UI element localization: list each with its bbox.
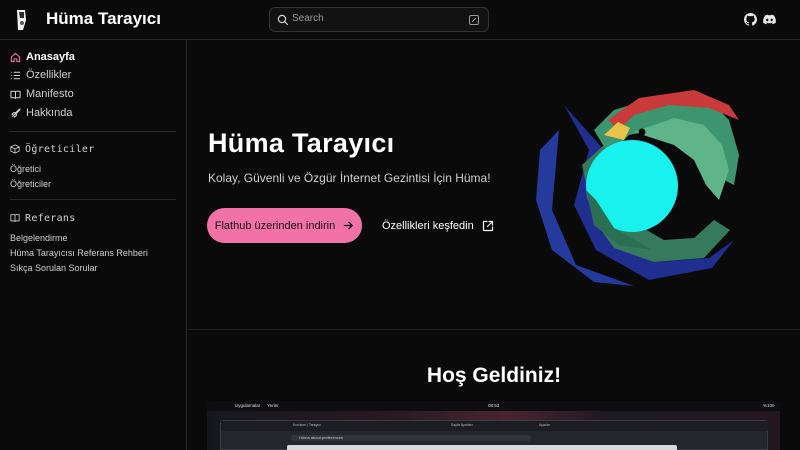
sidebar-item-label: Anasayfa bbox=[26, 51, 75, 63]
sidebar-item-hakkinda[interactable]: Hakkında bbox=[10, 105, 72, 121]
discord-icon[interactable] bbox=[763, 13, 776, 26]
section-heading-referans: Referans bbox=[10, 211, 76, 225]
home-icon bbox=[10, 52, 21, 62]
sidebar-divider bbox=[10, 131, 176, 132]
external-link-icon bbox=[482, 220, 493, 232]
sidebar-item-ozellikler[interactable]: Özellikler bbox=[10, 67, 71, 83]
sidebar-link-referans-rehberi[interactable]: Hüma Tarayıcısı Referans Rehberi bbox=[10, 248, 148, 258]
search-icon bbox=[277, 14, 289, 26]
sidebar-link-belgelendirme[interactable]: Belgelendirme bbox=[10, 233, 68, 243]
flathub-download-button[interactable]: Flathub üzerinden indirin bbox=[207, 208, 362, 243]
top-bar: Hüma Tarayıcı Search bbox=[0, 0, 800, 40]
button-label: Flathub üzerinden indirin bbox=[214, 219, 336, 232]
section-title: Referans bbox=[25, 212, 76, 224]
book-icon bbox=[10, 214, 20, 223]
preview-menu-label: Uygulamalar bbox=[235, 403, 261, 408]
list-icon bbox=[10, 71, 21, 79]
rocket-icon bbox=[11, 107, 21, 118]
sidebar-link-ogretici[interactable]: Öğretici bbox=[10, 164, 41, 174]
browser-screenshot-preview: Uygulamalar Yerler 08:53 %100 Kurulum | … bbox=[207, 401, 780, 450]
brand[interactable]: Hüma Tarayıcı bbox=[14, 8, 161, 32]
preview-browser-window: Kurulum | Tarayıcı Sayfa Ayarları Ayarla… bbox=[220, 420, 769, 450]
preview-tab: Ayarlar bbox=[539, 423, 551, 427]
link-label: Özellikleri keşfedin bbox=[382, 220, 474, 232]
sidebar-item-label: Özellikler bbox=[26, 69, 72, 81]
huma-bird-logo bbox=[536, 90, 739, 286]
explore-features-link[interactable]: Özellikleri keşfedin bbox=[382, 218, 494, 234]
welcome-heading: Hoş Geldiniz! bbox=[426, 364, 562, 387]
preview-settings-panel bbox=[287, 445, 677, 450]
preview-tab-strip: Kurulum | Tarayıcı Sayfa Ayarları Ayarla… bbox=[221, 421, 769, 431]
search-box[interactable]: Search bbox=[269, 7, 489, 32]
sidebar-link-ogreticiler[interactable]: Öğreticiler bbox=[10, 179, 51, 189]
preview-url-text: Hüma about:preferences bbox=[299, 435, 344, 440]
book-open-icon bbox=[10, 90, 21, 99]
preview-menu-label: Yerler bbox=[267, 403, 279, 408]
section-heading-ogreticiler: Öğreticiler bbox=[10, 142, 95, 156]
preview-desktop-topbar: Uygulamalar Yerler 08:53 %100 bbox=[207, 401, 780, 411]
app-logo-icon bbox=[17, 10, 26, 30]
sidebar-item-label: Manifesto bbox=[26, 88, 74, 100]
cube-icon bbox=[10, 144, 20, 154]
hero-section: Hüma Tarayıcı Kolay, Güvenli ve Özgür İn… bbox=[188, 40, 800, 330]
preview-clock: 08:53 bbox=[488, 403, 500, 408]
shortcut-icon bbox=[469, 15, 479, 25]
github-icon[interactable] bbox=[744, 13, 757, 26]
sidebar-link-sss[interactable]: Sıkça Sorulan Sorular bbox=[10, 263, 98, 273]
section-title: Öğreticiler bbox=[25, 143, 95, 155]
hero-title: Hüma Tarayıcı bbox=[208, 128, 395, 158]
arrow-right-icon bbox=[343, 221, 354, 230]
search-placeholder: Search bbox=[292, 13, 324, 24]
sidebar-item-label: Hakkında bbox=[26, 107, 73, 119]
hero-tagline: Kolay, Güvenli ve Özgür İnternet Gezinti… bbox=[208, 171, 491, 185]
sidebar-item-manifesto[interactable]: Manifesto bbox=[10, 86, 74, 102]
preview-battery: %100 bbox=[763, 403, 775, 408]
site-title[interactable]: Hüma Tarayıcı bbox=[46, 9, 161, 29]
sidebar-item-anasayfa[interactable]: Anasayfa bbox=[10, 49, 75, 65]
preview-tab: Kurulum | Tarayıcı bbox=[293, 423, 322, 427]
sidebar-divider bbox=[10, 199, 176, 200]
sidebar: Anasayfa Özellikler Manifesto Hakkında Ö… bbox=[0, 40, 187, 450]
preview-tab: Sayfa Ayarları bbox=[451, 423, 473, 427]
